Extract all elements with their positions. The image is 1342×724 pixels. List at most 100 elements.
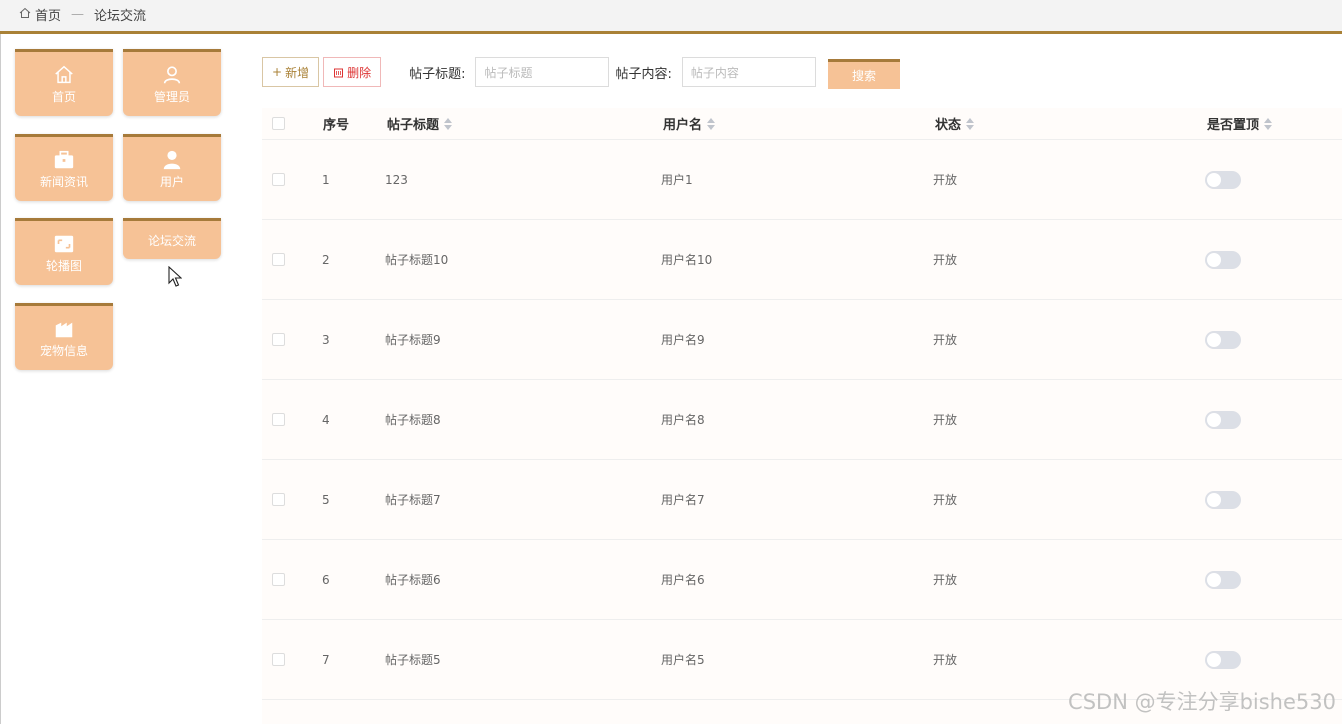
sort-icon [1264, 117, 1273, 130]
row-username: 用户1 [661, 173, 693, 187]
row-index: 3 [322, 332, 330, 347]
forum-table: 序号 帖子标题 用户名 状态 是否置顶 1 123 用户1 开放 2 帖子标题1… [262, 108, 1342, 724]
row-status: 开放 [933, 573, 958, 587]
trash-icon [334, 68, 344, 77]
tile-label: 管理员 [153, 89, 190, 104]
row-index: 5 [322, 492, 330, 507]
row-index: 1 [322, 172, 330, 187]
pinned-toggle[interactable] [1205, 650, 1241, 669]
toolbar: + 新增 删除 帖子标题: 帖子标题 帖子内容: 帖子内容 [262, 56, 816, 88]
table-header: 序号 帖子标题 用户名 状态 是否置顶 [262, 108, 1342, 140]
add-button-label: 新增 [285, 65, 310, 80]
tile-admin[interactable]: 管理员 [123, 49, 221, 116]
table-row[interactable]: 5 帖子标题7 用户名7 开放 [262, 460, 1342, 540]
search-button[interactable]: 搜索 [828, 59, 900, 89]
top-bar: 首页 — 论坛交流 [0, 0, 1342, 34]
breadcrumb-home[interactable]: 首页 [35, 5, 61, 24]
row-status: 开放 [933, 493, 958, 507]
header-username: 用户名 [663, 118, 703, 133]
table-row[interactable]: 3 帖子标题9 用户名9 开放 [262, 300, 1342, 380]
pinned-toggle[interactable] [1205, 570, 1241, 589]
tile-label: 轮播图 [45, 258, 82, 273]
row-title: 123 [385, 172, 408, 187]
row-username: 用户名9 [661, 333, 705, 347]
row-title: 帖子标题5 [385, 653, 441, 667]
row-username: 用户名5 [661, 653, 705, 667]
header-pinned-sort[interactable]: 是否置顶 [1207, 108, 1273, 139]
content-search-input[interactable]: 帖子内容 [681, 57, 816, 87]
row-index: 7 [322, 652, 330, 667]
table-row[interactable]: 6 帖子标题6 用户名6 开放 [262, 540, 1342, 620]
tile-forum[interactable]: 论坛交流 [123, 218, 221, 259]
person-icon [163, 65, 181, 84]
row-title: 帖子标题7 [385, 493, 441, 507]
row-index: 4 [322, 412, 330, 427]
header-pinned: 是否置顶 [1207, 118, 1260, 133]
tile-pet-info[interactable]: 宠物信息 [15, 303, 113, 370]
row-status: 开放 [933, 333, 958, 347]
tile-label: 论坛交流 [147, 233, 196, 248]
pinned-toggle[interactable] [1205, 410, 1241, 429]
tile-label: 首页 [51, 89, 76, 104]
row-username: 用户名8 [661, 413, 705, 427]
tile-home[interactable]: 首页 [15, 49, 113, 116]
row-username: 用户名10 [661, 253, 713, 267]
building-icon [55, 322, 73, 337]
tile-news[interactable]: 新闻资讯 [15, 134, 113, 201]
tile-label: 新闻资讯 [39, 174, 88, 189]
tile-user[interactable]: 用户 [123, 134, 221, 201]
row-status: 开放 [933, 253, 958, 267]
mouse-cursor-icon [168, 266, 182, 287]
delete-button-label: 删除 [347, 65, 372, 80]
delete-button[interactable]: 删除 [323, 57, 382, 87]
briefcase-icon [54, 150, 74, 168]
row-index: 6 [322, 572, 330, 587]
plus-icon: + [272, 65, 283, 79]
image-icon [54, 235, 74, 252]
header-status: 状态 [935, 118, 962, 133]
breadcrumb-current: 论坛交流 [94, 9, 147, 24]
table-row[interactable]: 2 帖子标题10 用户名10 开放 [262, 220, 1342, 300]
header-status-sort[interactable]: 状态 [935, 108, 975, 139]
header-title: 帖子标题 [387, 118, 440, 133]
row-checkbox[interactable] [272, 653, 285, 666]
row-username: 用户名6 [661, 573, 705, 587]
row-status: 开放 [933, 173, 958, 187]
row-checkbox[interactable] [272, 333, 285, 346]
tile-label: 宠物信息 [39, 343, 88, 358]
home-icon [55, 65, 73, 83]
tile-label: 用户 [159, 174, 184, 189]
title-search-input[interactable]: 帖子标题 [475, 57, 610, 87]
header-username-sort[interactable]: 用户名 [663, 108, 716, 139]
row-title: 帖子标题8 [385, 413, 441, 427]
row-checkbox[interactable] [272, 253, 285, 266]
pinned-toggle[interactable] [1205, 490, 1241, 509]
pinned-toggle[interactable] [1205, 330, 1241, 349]
header-index: 序号 [323, 118, 350, 133]
row-checkbox[interactable] [272, 573, 285, 586]
sort-icon [444, 117, 453, 130]
page-left-border [0, 34, 1, 724]
breadcrumb-separator: — [71, 7, 85, 22]
row-checkbox[interactable] [272, 413, 285, 426]
header-title-sort[interactable]: 帖子标题 [387, 108, 453, 139]
table-row[interactable]: 1 123 用户1 开放 [262, 140, 1342, 220]
row-title: 帖子标题6 [385, 573, 441, 587]
sort-icon [707, 117, 716, 130]
pinned-toggle[interactable] [1205, 250, 1241, 269]
row-checkbox[interactable] [272, 493, 285, 506]
row-index: 2 [322, 252, 330, 267]
title-filter-label: 帖子标题: [409, 66, 466, 82]
sort-icon [966, 117, 975, 130]
row-checkbox[interactable] [272, 173, 285, 186]
select-all-checkbox[interactable] [272, 117, 285, 130]
home-icon[interactable] [19, 7, 31, 23]
watermark: CSDN @专注分享bishe530 [1068, 690, 1336, 714]
user-icon [163, 150, 181, 169]
tile-carousel[interactable]: 轮播图 [15, 218, 113, 285]
add-button[interactable]: + 新增 [262, 57, 320, 87]
pinned-toggle[interactable] [1205, 170, 1241, 189]
row-status: 开放 [933, 413, 958, 427]
row-status: 开放 [933, 653, 958, 667]
table-row[interactable]: 4 帖子标题8 用户名8 开放 [262, 380, 1342, 460]
